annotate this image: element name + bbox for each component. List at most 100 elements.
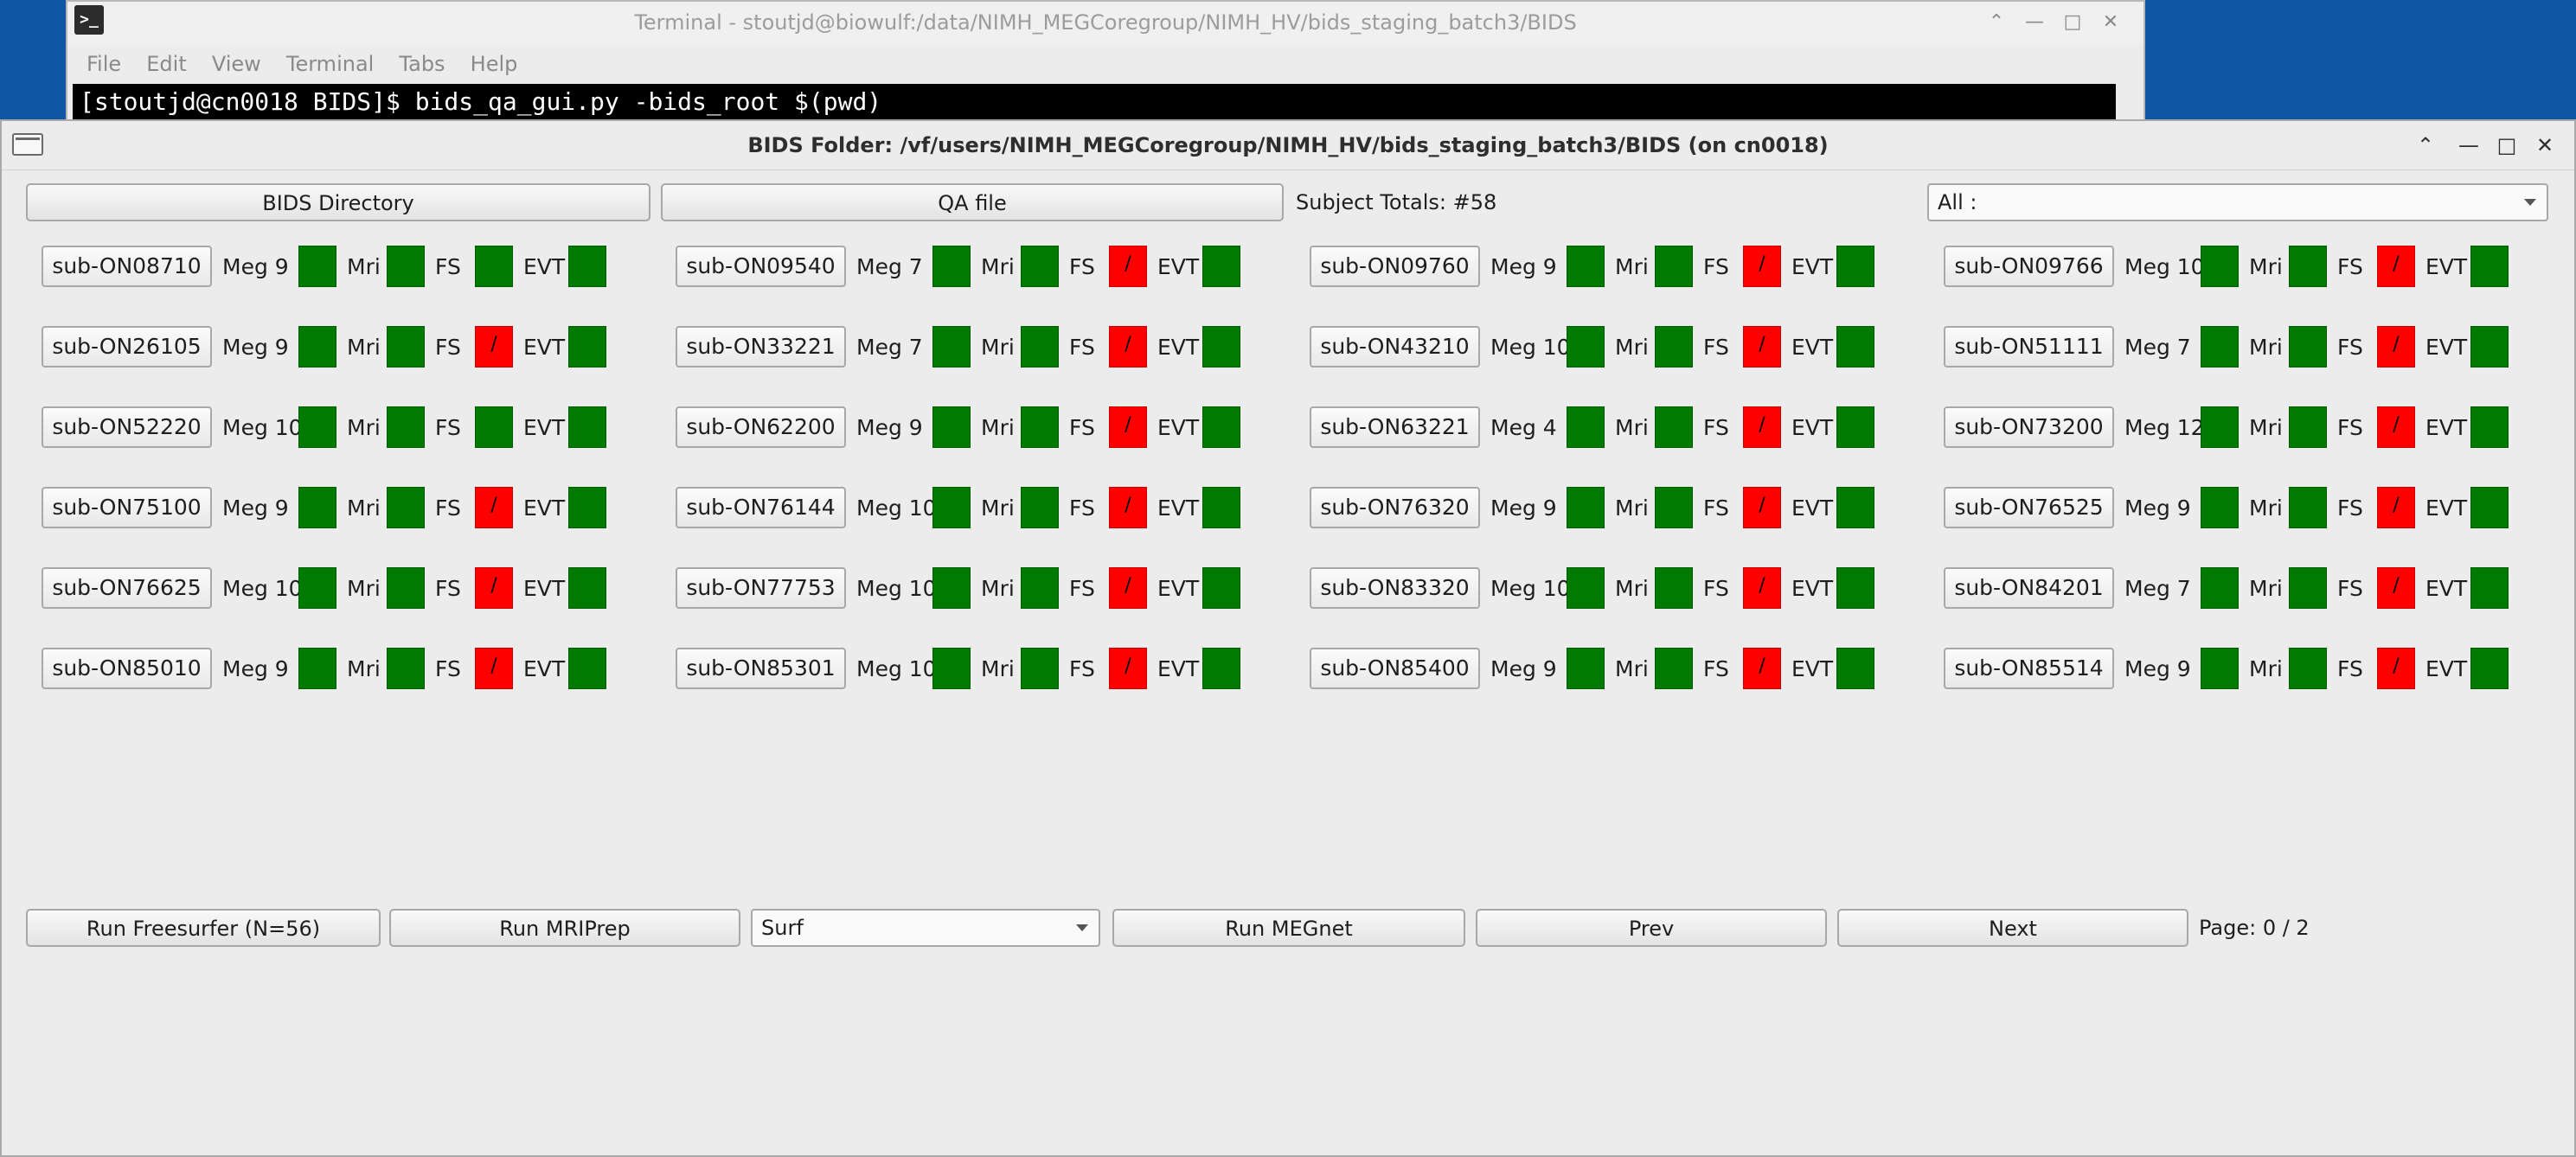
subject-button[interactable]: sub-ON85010 [42,648,212,689]
evt-status-box[interactable] [2470,648,2509,689]
mri-status-box[interactable] [2289,648,2327,689]
mri-status-box[interactable] [2289,487,2327,528]
subject-button[interactable]: sub-ON63221 [1310,406,1480,448]
mri-status-box[interactable] [1655,648,1693,689]
fs-status-box[interactable] [1109,246,1147,287]
evt-status-box[interactable] [2470,326,2509,368]
menu-file[interactable]: File [87,47,121,81]
fs-status-box[interactable] [2377,487,2415,528]
mri-status-box[interactable] [1021,567,1059,609]
mri-status-box[interactable] [1655,406,1693,448]
fs-status-box[interactable] [1743,567,1781,609]
mri-status-box[interactable] [1021,246,1059,287]
subject-button[interactable]: sub-ON73200 [1944,406,2114,448]
subject-button[interactable]: sub-ON33221 [676,326,846,368]
mri-status-box[interactable] [1021,487,1059,528]
meg-status-box[interactable] [298,246,336,287]
mri-status-box[interactable] [2289,567,2327,609]
terminal-command-line[interactable]: [stoutjd@cn0018 BIDS]$ bids_qa_gui.py -b… [73,84,2116,120]
evt-status-box[interactable] [568,648,606,689]
mri-status-box[interactable] [1655,567,1693,609]
subject-button[interactable]: sub-ON43210 [1310,326,1480,368]
subject-button[interactable]: sub-ON76525 [1944,487,2114,528]
subject-button[interactable]: sub-ON85400 [1310,648,1480,689]
evt-status-box[interactable] [1836,567,1874,609]
fs-status-box[interactable] [475,567,513,609]
evt-status-box[interactable] [568,406,606,448]
meg-status-box[interactable] [2201,487,2239,528]
window-shade-button[interactable]: ⌃ [2408,121,2443,169]
fs-status-box[interactable] [475,246,513,287]
meg-status-box[interactable] [932,648,971,689]
evt-status-box[interactable] [1836,406,1874,448]
fs-status-box[interactable] [1109,487,1147,528]
evt-status-box[interactable] [1202,246,1240,287]
prev-button[interactable]: Prev [1476,909,1827,947]
meg-status-box[interactable] [1567,246,1605,287]
meg-status-box[interactable] [932,246,971,287]
mri-status-box[interactable] [2289,406,2327,448]
subject-button[interactable]: sub-ON76320 [1310,487,1480,528]
fs-status-box[interactable] [475,326,513,368]
meg-status-box[interactable] [2201,648,2239,689]
window-maximize-button[interactable]: □ [2489,121,2524,169]
menu-terminal[interactable]: Terminal [286,47,374,81]
meg-status-box[interactable] [2201,326,2239,368]
mri-status-box[interactable] [1021,648,1059,689]
meg-status-box[interactable] [2201,406,2239,448]
subject-button[interactable]: sub-ON76625 [42,567,212,609]
fs-status-box[interactable] [475,648,513,689]
fs-status-box[interactable] [1109,326,1147,368]
terminal-minimize-button[interactable]: — [2017,2,2052,45]
subject-button[interactable]: sub-ON51111 [1944,326,2114,368]
subject-button[interactable]: sub-ON77753 [676,567,846,609]
terminal-maximize-button[interactable]: □ [2055,2,2090,45]
fs-status-box[interactable] [2377,567,2415,609]
fs-status-box[interactable] [1109,406,1147,448]
meg-status-box[interactable] [298,567,336,609]
fs-status-box[interactable] [1743,246,1781,287]
subject-button[interactable]: sub-ON83320 [1310,567,1480,609]
fs-status-box[interactable] [1743,406,1781,448]
mri-status-box[interactable] [2289,326,2327,368]
evt-status-box[interactable] [2470,246,2509,287]
subject-button[interactable]: sub-ON26105 [42,326,212,368]
meg-status-box[interactable] [1567,648,1605,689]
subject-button[interactable]: sub-ON85301 [676,648,846,689]
fs-status-box[interactable] [475,487,513,528]
subject-button[interactable]: sub-ON84201 [1944,567,2114,609]
subject-button[interactable]: sub-ON09760 [1310,246,1480,287]
menu-view[interactable]: View [212,47,261,81]
bids-titlebar[interactable]: BIDS Folder: /vf/users/NIMH_MEGCoregroup… [2,121,2574,170]
subject-button[interactable]: sub-ON08710 [42,246,212,287]
meg-status-box[interactable] [932,487,971,528]
evt-status-box[interactable] [568,326,606,368]
bids-directory-button[interactable]: BIDS Directory [26,183,650,221]
meg-status-box[interactable] [298,648,336,689]
fs-status-box[interactable] [1109,648,1147,689]
fs-status-box[interactable] [1743,487,1781,528]
evt-status-box[interactable] [1202,487,1240,528]
evt-status-box[interactable] [1836,326,1874,368]
evt-status-box[interactable] [1836,246,1874,287]
meg-status-box[interactable] [932,406,971,448]
subject-button[interactable]: sub-ON76144 [676,487,846,528]
meg-status-box[interactable] [1567,567,1605,609]
evt-status-box[interactable] [1202,648,1240,689]
evt-status-box[interactable] [1836,487,1874,528]
run-mriprep-button[interactable]: Run MRIPrep [389,909,740,947]
fs-status-box[interactable] [2377,406,2415,448]
meg-status-box[interactable] [932,326,971,368]
window-close-button[interactable]: ✕ [2528,121,2562,169]
fs-status-box[interactable] [1109,567,1147,609]
mri-status-box[interactable] [1655,326,1693,368]
evt-status-box[interactable] [568,246,606,287]
evt-status-box[interactable] [1202,567,1240,609]
mri-status-box[interactable] [387,246,425,287]
fs-status-box[interactable] [2377,246,2415,287]
menu-edit[interactable]: Edit [146,47,186,81]
meg-status-box[interactable] [932,567,971,609]
mri-status-box[interactable] [1021,406,1059,448]
window-minimize-button[interactable]: — [2451,121,2486,169]
mri-status-box[interactable] [387,326,425,368]
